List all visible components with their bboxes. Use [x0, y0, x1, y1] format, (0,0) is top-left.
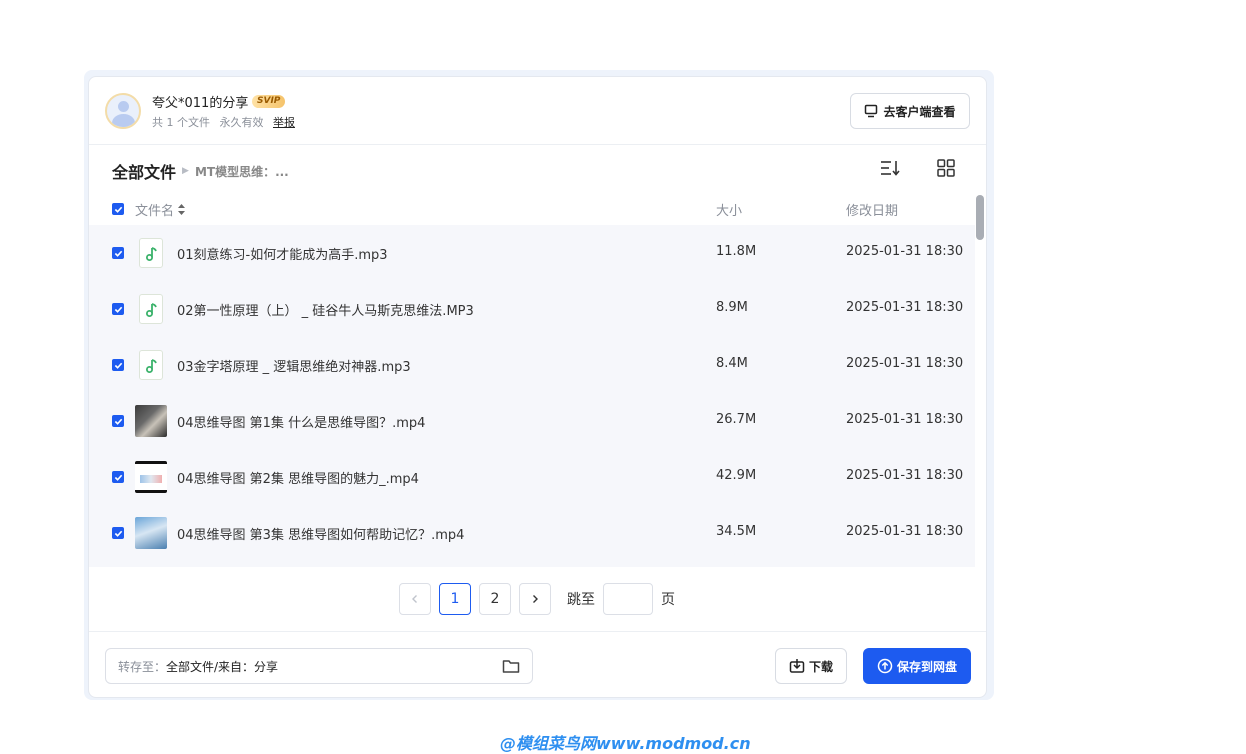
- music-file-icon: [139, 238, 163, 268]
- save-to-disk-label: 保存到网盘: [896, 659, 957, 674]
- breadcrumb-separator-icon: ▶: [182, 166, 189, 176]
- jump-label: 跳至: [567, 592, 595, 608]
- file-size: 11.8M: [716, 244, 757, 259]
- file-date: 2025-01-31 18:30: [846, 356, 964, 371]
- file-date: 2025-01-31 18:30: [846, 468, 964, 483]
- row-checkbox[interactable]: [112, 247, 124, 259]
- file-size: 42.9M: [716, 468, 757, 483]
- page-button-2[interactable]: 2: [479, 583, 511, 615]
- file-list: 01刻意练习-如何才能成为高手.mp3 11.8M 2025-01-31 18:…: [89, 225, 975, 567]
- jump-page-input[interactable]: [603, 583, 653, 615]
- watermark-text: @模组菜鸟网www.modmod.cn: [500, 734, 751, 753]
- avatar: [105, 93, 141, 129]
- file-date: 2025-01-31 18:30: [846, 244, 964, 259]
- table-row[interactable]: 04思维导图 第2集 思维导图的魅力_.mp4 42.9M 2025-01-31…: [89, 449, 975, 505]
- chevron-left-icon: [412, 595, 417, 603]
- save-path-value: 全部文件/来自：分享: [166, 659, 279, 674]
- file-name[interactable]: 02第一性原理（上） _ 硅谷牛人马斯克思维法.MP3: [177, 300, 474, 319]
- prev-page-button[interactable]: [399, 583, 431, 615]
- download-icon: [789, 659, 805, 673]
- row-checkbox[interactable]: [112, 415, 124, 427]
- share-panel: 夸父*011的分享 SVIP 共 1 个文件 永久有效 举报 去客户端查看 全部…: [88, 76, 987, 698]
- open-client-label: 去客户端查看: [883, 104, 956, 119]
- monitor-icon: [865, 104, 878, 118]
- file-name[interactable]: 01刻意练习-如何才能成为高手.mp3: [177, 244, 388, 263]
- pagination: 1 2 跳至 页: [399, 583, 675, 615]
- file-size: 26.7M: [716, 412, 757, 427]
- file-name[interactable]: 04思维导图 第1集 什么是思维导图？.mp4: [177, 412, 425, 431]
- music-file-icon: [139, 350, 163, 380]
- share-header: 夸父*011的分享 SVIP 共 1 个文件 永久有效 举报 去客户端查看: [89, 77, 986, 145]
- footer-bar: 转存至： 全部文件/来自：分享 下载 保存到网盘: [89, 631, 986, 697]
- column-header-size: 大小: [716, 204, 743, 219]
- row-checkbox[interactable]: [112, 527, 124, 539]
- cloud-upload-icon: [877, 658, 893, 674]
- folder-icon[interactable]: [502, 658, 520, 674]
- breadcrumb-current: MT模型思维：...: [194, 164, 289, 179]
- file-count: 共 1 个文件: [152, 116, 210, 129]
- file-date: 2025-01-31 18:30: [846, 524, 964, 539]
- share-meta: 共 1 个文件 永久有效 举报: [152, 114, 301, 130]
- video-thumbnail: [135, 405, 167, 437]
- download-button[interactable]: 下载: [775, 648, 847, 684]
- save-path-label: 转存至：: [118, 659, 167, 674]
- file-name[interactable]: 03金字塔原理 _ 逻辑思维绝对神器.mp3: [177, 356, 411, 375]
- svip-badge: SVIP: [252, 95, 286, 108]
- file-name[interactable]: 04思维导图 第2集 思维导图的魅力_.mp4: [177, 468, 419, 487]
- open-client-button[interactable]: 去客户端查看: [850, 93, 970, 129]
- row-checkbox[interactable]: [112, 471, 124, 483]
- table-row[interactable]: 03金字塔原理 _ 逻辑思维绝对神器.mp3 8.4M 2025-01-31 1…: [89, 337, 975, 393]
- page-suffix: 页: [661, 592, 675, 608]
- validity: 永久有效: [219, 116, 264, 129]
- save-to-disk-button[interactable]: 保存到网盘: [863, 648, 971, 684]
- table-header: 文件名 大小 修改日期: [89, 195, 975, 223]
- sort-icon[interactable]: [879, 159, 901, 177]
- file-size: 34.5M: [716, 524, 757, 539]
- save-path-selector[interactable]: 转存至： 全部文件/来自：分享: [105, 648, 533, 684]
- file-date: 2025-01-31 18:30: [846, 300, 964, 315]
- page-button-1[interactable]: 1: [439, 583, 471, 615]
- download-label: 下载: [808, 659, 833, 674]
- table-row[interactable]: 04思维导图 第3集 思维导图如何帮助记忆？.mp4 34.5M 2025-01…: [89, 505, 975, 561]
- sort-caret-icon: [178, 204, 186, 215]
- file-date: 2025-01-31 18:30: [846, 412, 964, 427]
- breadcrumb-root[interactable]: 全部文件: [112, 159, 176, 183]
- list-scrollbar[interactable]: [976, 195, 984, 240]
- table-row[interactable]: 04思维导图 第1集 什么是思维导图？.mp4 26.7M 2025-01-31…: [89, 393, 975, 449]
- table-row[interactable]: 02第一性原理（上） _ 硅谷牛人马斯克思维法.MP3 8.9M 2025-01…: [89, 281, 975, 337]
- table-row[interactable]: 01刻意练习-如何才能成为高手.mp3 11.8M 2025-01-31 18:…: [89, 225, 975, 281]
- breadcrumb: 全部文件 ▶ MT模型思维：...: [112, 159, 289, 183]
- column-name-label: 文件名: [135, 204, 175, 219]
- column-header-name[interactable]: 文件名: [135, 200, 186, 219]
- row-checkbox[interactable]: [112, 359, 124, 371]
- next-page-button[interactable]: [519, 583, 551, 615]
- report-link[interactable]: 举报: [273, 116, 295, 129]
- chevron-right-icon: [533, 595, 538, 603]
- file-size: 8.4M: [716, 356, 748, 371]
- select-all-checkbox[interactable]: [112, 203, 124, 215]
- share-title: 夸父*011的分享: [152, 96, 249, 111]
- file-name[interactable]: 04思维导图 第3集 思维导图如何帮助记忆？.mp4: [177, 524, 464, 543]
- music-file-icon: [139, 294, 163, 324]
- video-thumbnail: [135, 517, 167, 549]
- grid-view-icon[interactable]: [937, 159, 955, 177]
- file-size: 8.9M: [716, 300, 748, 315]
- column-header-date: 修改日期: [846, 204, 899, 219]
- video-thumbnail: [135, 461, 167, 493]
- row-checkbox[interactable]: [112, 303, 124, 315]
